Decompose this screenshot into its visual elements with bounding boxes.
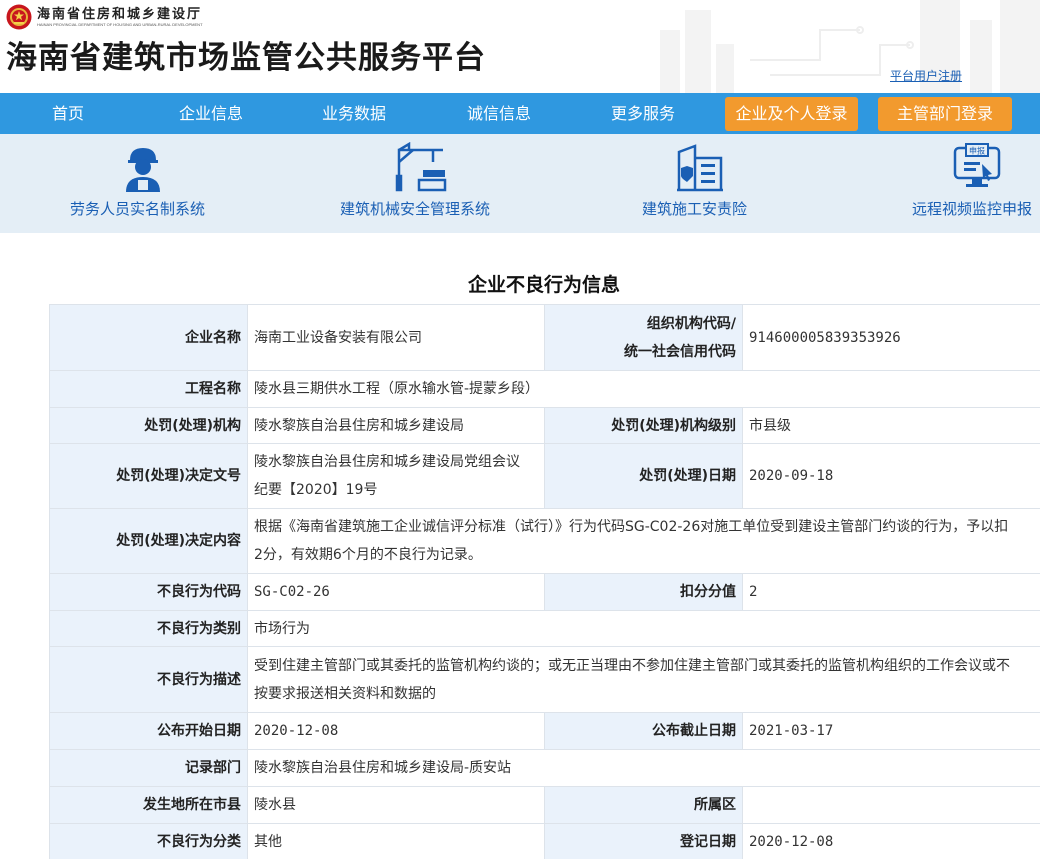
table-row: 不良行为代码 SG-C02-26 扣分分值 2: [49, 573, 1040, 611]
behavior-desc-line1: 受到住建主管部门或其委托的监管机构约谈的；或无正当理由不参加住建主管部门或其委托…: [254, 657, 1010, 674]
behavior-type-label: 不良行为类别: [49, 610, 248, 647]
publish-end-label: 公布截止日期: [544, 712, 743, 750]
city-label: 发生地所在市县: [49, 786, 248, 824]
deduct-value: 2: [742, 573, 1040, 611]
admin-login-button[interactable]: 主管部门登录: [878, 97, 1012, 131]
nav-home[interactable]: 首页: [40, 93, 96, 134]
department-name-en: HAINAN PROVINCIAL DEPARTMENT OF HOUSING …: [37, 21, 203, 27]
building-insurance-icon: [677, 144, 723, 192]
service-bar: 劳务人员实名制系统 建筑机械安全管理系统 建筑施工安责险 申报 远程视频监控申报: [0, 134, 1040, 233]
site-title: 海南省建筑市场监管公共服务平台: [6, 40, 486, 76]
department-name: 海南省住房和城乡建设厅: [37, 6, 203, 22]
decision-no-value: 陵水黎族自治县住房和城乡建设局党组会议 纪要【2020】19号: [247, 443, 545, 509]
org-code-value: 91460000583935392​6: [742, 304, 1040, 371]
authority-value: 陵水黎族自治县住房和城乡建设局: [247, 407, 545, 444]
service-label: 建筑施工安责险: [642, 200, 748, 218]
table-row: 记录部门 陵水黎族自治县住房和城乡建设局-质安站: [49, 749, 1040, 787]
authority-label: 处罚(处理)机构: [49, 407, 248, 444]
main-nav: 首页 企业信息 业务数据 诚信信息 更多服务 企业及个人登录 主管部门登录: [0, 93, 1040, 134]
project-label: 工程名称: [49, 370, 248, 408]
table-row: 不良行为分类 其他 登记日期 2020-12-08: [49, 823, 1040, 859]
publish-start-value: 2020-12-08: [247, 712, 545, 750]
behavior-desc-line2: 按要求报送相关资料和数据的: [254, 685, 436, 702]
service-worker-realname[interactable]: 劳务人员实名制系统: [60, 134, 230, 233]
behavior-desc-label: 不良行为描述: [49, 646, 248, 713]
table-row: 公布开始日期 2020-12-08 公布截止日期 2021-03-17: [49, 712, 1040, 750]
deduct-label: 扣分分值: [544, 573, 743, 611]
org-code-label: 组织机构代码/ 统一社会信用代码: [544, 304, 743, 371]
service-label: 建筑机械安全管理系统: [340, 200, 491, 218]
decision-content-line2: 2分，有效期6个月的不良行为记录。: [254, 547, 482, 563]
table-row: 企业名称 海南工业设备安装有限公司 组织机构代码/ 统一社会信用代码 91460…: [49, 304, 1040, 371]
crane-icon: [395, 142, 447, 192]
decision-content-value: 根据《海南省建筑施工企业诚信评分标准（试行）》行为代码SG-C02-26对施工单…: [247, 508, 1040, 574]
city-value: 陵水县: [247, 786, 545, 824]
worker-icon: [126, 148, 160, 192]
decision-date-value: 2020-09-18: [742, 443, 1040, 509]
service-label: 远程视频监控申报: [912, 200, 1033, 218]
table-row: 发生地所在市县 陵水县 所属区: [49, 786, 1040, 824]
table-row: 处罚(处理)决定内容 根据《海南省建筑施工企业诚信评分标准（试行）》行为代码SG…: [49, 508, 1040, 574]
monitor-report-icon: 申报: [953, 143, 1001, 187]
header-decoration: [660, 0, 1040, 93]
decision-date-label: 处罚(处理)日期: [544, 443, 743, 509]
nav-credit-info[interactable]: 诚信信息: [458, 93, 540, 134]
behavior-desc-value: 受到住建主管部门或其委托的监管机构约谈的；或无正当理由不参加住建主管部门或其委托…: [247, 646, 1040, 713]
publish-end-value: 2021-03-17: [742, 712, 1040, 750]
site-header: 海南省住房和城乡建设厅 HAINAN PROVINCIAL DEPARTMENT…: [0, 0, 1040, 93]
page-title: 企业不良行为信息: [467, 274, 620, 296]
national-emblem-icon: [6, 4, 32, 30]
register-link[interactable]: 平台用户注册: [890, 67, 962, 84]
table-row: 不良行为类别 市场行为: [49, 610, 1040, 647]
org-code-label-line1: 组织机构代码/: [646, 315, 736, 332]
service-label: 劳务人员实名制系统: [70, 200, 206, 218]
nav-business-data[interactable]: 业务数据: [313, 93, 395, 134]
bad-behavior-table: 企业名称 海南工业设备安装有限公司 组织机构代码/ 统一社会信用代码 91460…: [49, 304, 1040, 859]
company-name-label: 企业名称: [49, 304, 248, 371]
behavior-code-value: SG-C02-26: [247, 573, 545, 611]
table-row: 工程名称 陵水县三期供水工程（原水输水管-提蒙乡段）: [49, 370, 1040, 408]
behavior-code-label: 不良行为代码: [49, 573, 248, 611]
behavior-type-value: 市场行为: [247, 610, 1040, 647]
register-date-value: 2020-12-08: [742, 823, 1040, 859]
project-value: 陵水县三期供水工程（原水输水管-提蒙乡段）: [247, 370, 1040, 408]
decision-content-line1: 根据《海南省建筑施工企业诚信评分标准（试行）》行为代码SG-C02-26对施工单…: [254, 519, 1009, 535]
department-brand[interactable]: 海南省住房和城乡建设厅 HAINAN PROVINCIAL DEPARTMENT…: [6, 4, 203, 30]
org-code-label-line2: 统一社会信用代码: [624, 343, 736, 360]
table-row: 处罚(处理)决定文号 陵水黎族自治县住房和城乡建设局党组会议 纪要【2020】1…: [49, 443, 1040, 509]
district-label: 所属区: [544, 786, 743, 824]
record-dept-label: 记录部门: [49, 749, 248, 787]
table-row: 不良行为描述 受到住建主管部门或其委托的监管机构约谈的；或无正当理由不参加住建主…: [49, 646, 1040, 713]
authority-level-value: 市县级: [742, 407, 1040, 444]
nav-company-info[interactable]: 企业信息: [170, 93, 252, 134]
service-video-monitor[interactable]: 申报 远程视频监控申报: [908, 134, 1040, 233]
decision-content-label: 处罚(处理)决定内容: [49, 508, 248, 574]
table-row: 处罚(处理)机构 陵水黎族自治县住房和城乡建设局 处罚(处理)机构级别 市县级: [49, 407, 1040, 444]
decision-no-line1: 陵水黎族自治县住房和城乡建设局党组会议: [254, 454, 520, 470]
register-date-label: 登记日期: [544, 823, 743, 859]
authority-level-label: 处罚(处理)机构级别: [544, 407, 743, 444]
svg-text:申报: 申报: [969, 146, 985, 156]
company-login-button[interactable]: 企业及个人登录: [725, 97, 858, 131]
publish-start-label: 公布开始日期: [49, 712, 248, 750]
service-machinery-safety[interactable]: 建筑机械安全管理系统: [335, 134, 510, 233]
category-label: 不良行为分类: [49, 823, 248, 859]
district-value: [742, 786, 1040, 824]
record-dept-value: 陵水黎族自治县住房和城乡建设局-质安站: [247, 749, 1040, 787]
decision-no-label: 处罚(处理)决定文号: [49, 443, 248, 509]
company-name-value: 海南工业设备安装有限公司: [247, 304, 545, 371]
category-value: 其他: [247, 823, 545, 859]
nav-more-services[interactable]: 更多服务: [602, 93, 684, 134]
decision-no-line2: 纪要【2020】19号: [254, 482, 378, 498]
service-construction-insurance[interactable]: 建筑施工安责险: [635, 134, 770, 233]
